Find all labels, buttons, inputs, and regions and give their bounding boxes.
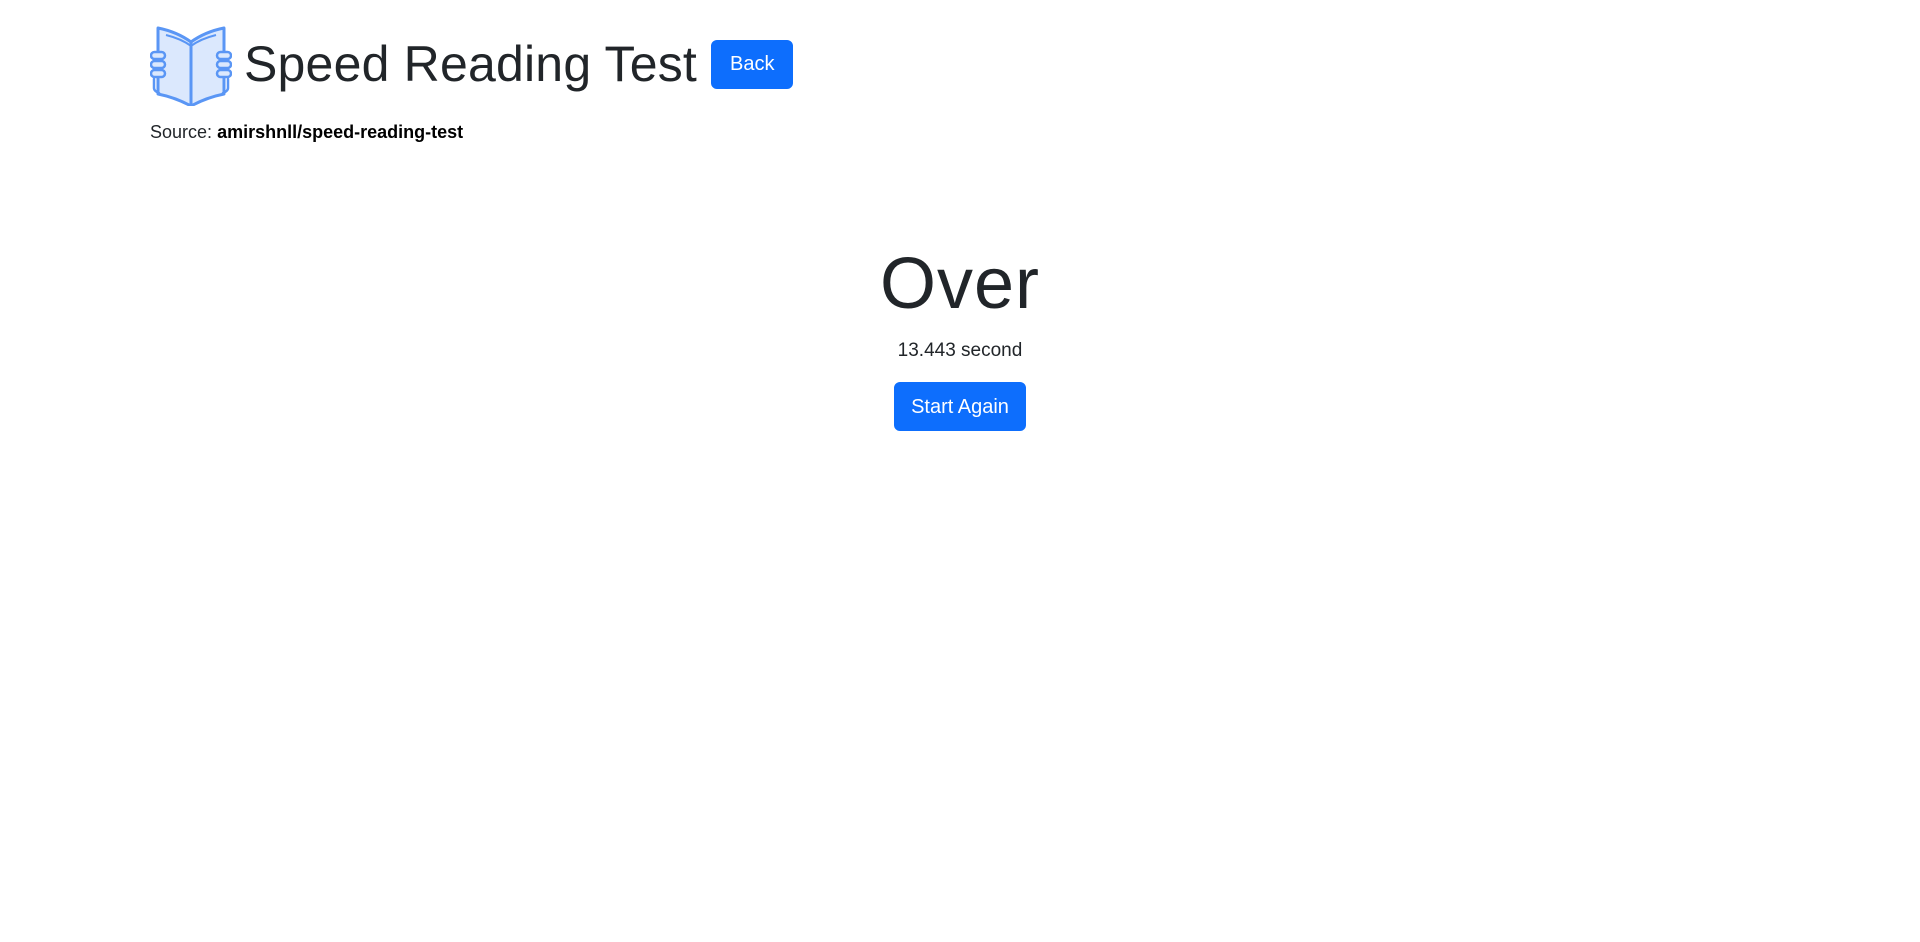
app-title: Speed Reading Test — [244, 36, 698, 92]
source-repo-link[interactable]: amirshnll/speed-reading-test — [217, 122, 463, 142]
result-title: Over — [879, 244, 1041, 324]
header: Speed Reading Test Back — [150, 22, 794, 106]
open-book-icon — [150, 26, 232, 106]
start-again-button[interactable]: Start Again — [894, 382, 1026, 431]
page: Speed Reading Test Back Source: amirshnl… — [0, 0, 1920, 942]
result-panel: Over 13.443 second Start Again — [0, 248, 1920, 431]
source-line: Source: amirshnll/speed-reading-test — [150, 122, 463, 143]
elapsed-time: 13.443 second — [897, 340, 1023, 361]
source-prefix: Source: — [150, 122, 213, 142]
back-button[interactable]: Back — [711, 39, 794, 89]
